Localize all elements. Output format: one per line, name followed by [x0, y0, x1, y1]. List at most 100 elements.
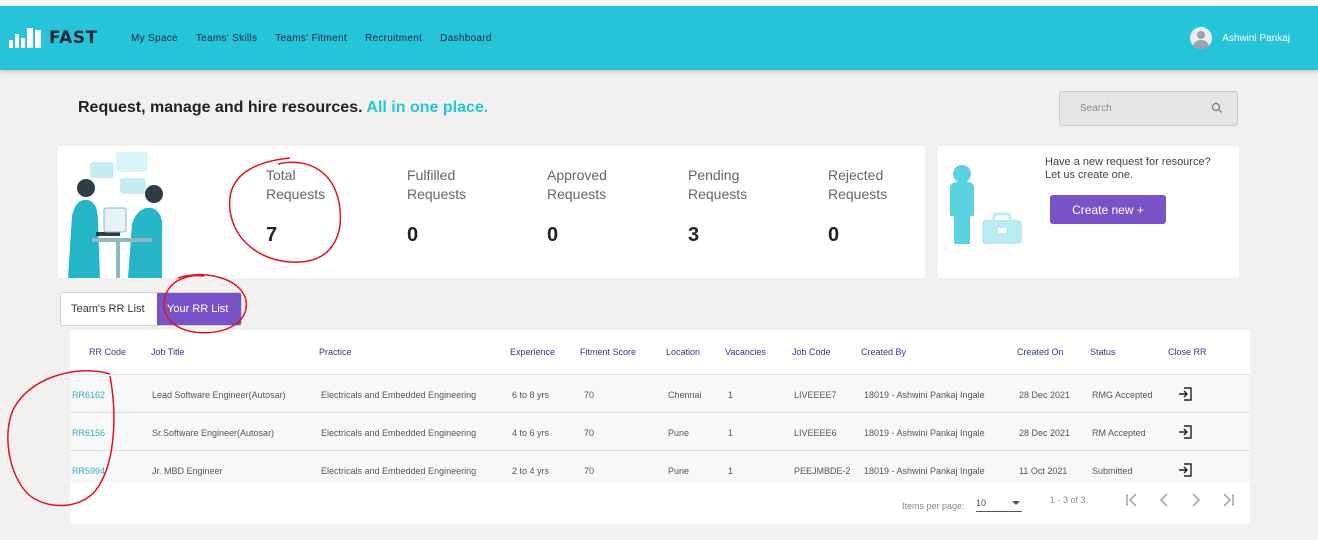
search-placeholder: Search — [1080, 103, 1112, 114]
stat-approved-value: 0 — [547, 224, 559, 246]
stat-rejected-label: Rejected Requests — [828, 167, 888, 202]
nav-teams-skills[interactable]: Teams' Skills — [196, 33, 257, 44]
cell-created-on: 11 Oct 2021 — [1019, 466, 1068, 476]
col-rr-code[interactable]: RR Code — [89, 347, 126, 357]
cell-job-title: Jr. MBD Engineer — [152, 466, 223, 476]
next-page-icon[interactable] — [1186, 491, 1206, 509]
stat-approved-label: Approved Requests — [547, 167, 607, 202]
cell-practice: Electricals and Embedded Engineering — [321, 390, 477, 400]
cell-practice: Electricals and Embedded Engineering — [321, 428, 477, 438]
cell-fitment-score: 70 — [584, 466, 595, 476]
rr-code-link[interactable]: RR5994 — [72, 466, 105, 476]
items-per-page-label: Items per page: — [902, 501, 965, 511]
col-created-by[interactable]: Created By — [861, 347, 906, 357]
person-briefcase-illustration-icon — [950, 165, 1022, 244]
cell-location: Chennai — [668, 390, 702, 400]
table-header: RR Code Job Title Practice Experience Fi… — [70, 330, 1250, 375]
nav-links: My Space Teams' Skills Teams' Fitment Re… — [131, 33, 510, 44]
cell-job-code: PEEJMBDE-2 — [794, 466, 851, 476]
avatar — [1190, 27, 1213, 49]
cell-created-by: 18019 - Ashwini Pankaj Ingale — [864, 390, 985, 400]
cell-created-by: 18019 - Ashwini Pankaj Ingale — [864, 466, 985, 476]
rr-table: RR Code Job Title Practice Experience Fi… — [70, 330, 1250, 524]
app-logo[interactable]: FAST — [9, 28, 98, 48]
table-row: RR5994 Jr. MBD Engineer Electricals and … — [70, 451, 1250, 483]
stat-total-label: Total Requests — [266, 167, 326, 202]
search-icon[interactable] — [1211, 102, 1223, 114]
cell-created-by: 18019 - Ashwini Pankaj Ingale — [864, 428, 985, 438]
col-experience[interactable]: Experience — [510, 347, 555, 357]
col-location[interactable]: Location — [666, 347, 700, 357]
search-input[interactable]: Search — [1059, 91, 1238, 126]
col-close-rr: Close RR — [1168, 347, 1207, 357]
items-per-page-value: 10 — [976, 498, 987, 508]
table-body: RR6162 Lead Software Engineer(Autosar) E… — [70, 375, 1250, 483]
cell-practice: Electricals and Embedded Engineering — [321, 466, 477, 476]
cell-vacancies: 1 — [728, 428, 734, 438]
create-new-button[interactable]: Create new + — [1050, 195, 1166, 224]
rr-list-toggle: Team's RR List Your RR List — [60, 292, 242, 326]
close-rr-icon[interactable] — [1177, 424, 1193, 440]
cell-status: RM Accepted — [1092, 428, 1146, 438]
logo-text: FAST — [49, 28, 98, 48]
stat-total-value: 7 — [266, 224, 278, 246]
stat-fulfilled-value: 0 — [407, 224, 419, 246]
cell-fitment-score: 70 — [584, 428, 595, 438]
table-row: RR6162 Lead Software Engineer(Autosar) E… — [70, 375, 1250, 413]
stat-total: Total Requests 7 — [266, 166, 376, 247]
cell-job-title: Sr.Software Engineer(Autosar) — [152, 428, 275, 438]
col-vacancies[interactable]: Vacancies — [725, 347, 766, 357]
col-job-title[interactable]: Job Title — [151, 347, 185, 357]
tab-your-rr-list[interactable]: Your RR List — [157, 293, 241, 325]
navbar: FAST My Space Teams' Skills Teams' Fitme… — [0, 6, 1318, 70]
cell-status: Submitted — [1092, 466, 1133, 476]
cell-location: Pune — [668, 428, 690, 438]
cell-created-on: 28 Dec 2021 — [1019, 390, 1071, 400]
new-request-card: Have a new request for resource? Let us … — [938, 146, 1239, 278]
col-practice[interactable]: Practice — [319, 347, 352, 357]
tagline-highlight: All in one place. — [366, 99, 489, 116]
rr-code-link[interactable]: RR6156 — [72, 428, 105, 438]
nav-dashboard[interactable]: Dashboard — [440, 33, 492, 44]
user-name: Ashwini Pankaj — [1222, 32, 1290, 44]
cell-created-on: 28 Dec 2021 — [1019, 428, 1071, 438]
table-row: RR6156 Sr.Software Engineer(Autosar) Ele… — [70, 413, 1250, 451]
tagline-main: Request, manage and hire resources. — [78, 99, 363, 116]
prev-page-icon[interactable] — [1154, 491, 1174, 509]
tab-teams-rr-list[interactable]: Team's RR List — [61, 293, 157, 325]
col-created-on[interactable]: Created On — [1017, 347, 1064, 357]
last-page-icon[interactable] — [1218, 491, 1238, 509]
close-rr-icon[interactable] — [1177, 462, 1193, 478]
items-per-page-select[interactable]: 10 — [976, 498, 1022, 512]
cell-experience: 2 to 4 yrs — [512, 466, 550, 476]
cell-vacancies: 1 — [728, 390, 734, 400]
chevron-down-icon — [1012, 501, 1020, 505]
col-job-code[interactable]: Job Code — [792, 347, 831, 357]
new-request-text: Have a new request for resource? Let us … — [1045, 156, 1211, 181]
cell-status: RMG Accepted — [1092, 390, 1153, 400]
cell-location: Pune — [668, 466, 690, 476]
stat-rejected-value: 0 — [828, 224, 840, 246]
cell-job-title: Lead Software Engineer(Autosar) — [152, 390, 286, 400]
nav-my-space[interactable]: My Space — [131, 33, 178, 44]
stat-pending-value: 3 — [688, 224, 700, 246]
cell-fitment-score: 70 — [584, 390, 595, 400]
cell-job-code: LIVEEEE7 — [794, 390, 837, 400]
logo-mark-icon — [9, 28, 41, 48]
stat-pending-label: Pending Requests — [688, 167, 748, 202]
nav-teams-fitment[interactable]: Teams' Fitment — [275, 33, 347, 44]
col-fitment-score[interactable]: Fitment Score — [580, 347, 636, 357]
user-menu[interactable]: Ashwini Pankaj — [1190, 27, 1290, 49]
stat-pending: Pending Requests 3 — [688, 166, 798, 247]
close-rr-icon[interactable] — [1177, 386, 1193, 402]
stat-rejected: Rejected Requests 0 — [828, 166, 938, 247]
page-range-label: 1 - 3 of 3 — [1050, 495, 1086, 505]
col-status[interactable]: Status — [1090, 347, 1116, 357]
stat-fulfilled: Fulfilled Requests 0 — [407, 166, 517, 247]
first-page-icon[interactable] — [1122, 491, 1142, 509]
nav-recruitment[interactable]: Recruitment — [365, 33, 422, 44]
page-tagline: Request, manage and hire resources. All … — [78, 99, 488, 117]
rr-code-link[interactable]: RR6162 — [72, 390, 105, 400]
stats-card: Total Requests 7 Fulfilled Requests 0 Ap… — [58, 146, 925, 278]
cell-experience: 6 to 8 yrs — [512, 390, 550, 400]
